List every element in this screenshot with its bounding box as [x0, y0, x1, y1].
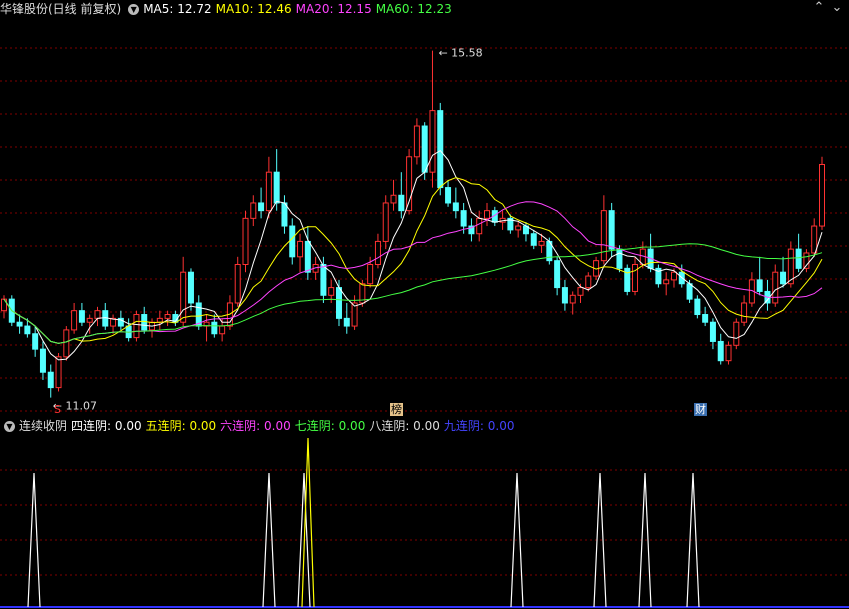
candle — [398, 172, 405, 219]
candle — [554, 256, 561, 296]
candle — [468, 218, 475, 242]
candle — [343, 302, 350, 334]
indicator-6: 六连阴: 0.00 — [220, 419, 291, 433]
candle — [281, 195, 288, 234]
dropdown-icon[interactable]: ▼ — [128, 4, 140, 15]
ma10-label: MA10: 12.46 — [215, 2, 292, 16]
candle — [741, 295, 748, 327]
candle — [94, 306, 101, 327]
candle — [819, 156, 825, 230]
candle — [600, 195, 607, 265]
chart-header: 华锋股份(日线 前复权) ▼ MA5: 12.72 MA10: 12.46 MA20: … — [0, 0, 456, 18]
candle — [1, 295, 7, 319]
candle — [569, 291, 576, 315]
candle — [141, 306, 148, 334]
scroll-up-icon[interactable]: ⌃ — [812, 1, 826, 15]
signal-spike — [686, 472, 700, 608]
candle — [250, 195, 257, 227]
candle — [655, 264, 662, 288]
candle — [156, 310, 163, 330]
candle — [445, 179, 452, 207]
candle — [164, 310, 171, 327]
candle — [406, 149, 413, 215]
candle — [702, 306, 709, 327]
marker-cai[interactable]: 财 — [694, 403, 707, 416]
candle — [133, 310, 140, 342]
candle — [476, 210, 483, 242]
candle — [624, 264, 631, 296]
candle — [772, 264, 779, 307]
scroll-down-icon[interactable]: ⌄ — [830, 1, 844, 15]
signal-spike — [27, 472, 41, 608]
candle — [780, 256, 787, 288]
signal-spike — [301, 437, 315, 608]
candle — [437, 102, 444, 196]
ma20-line — [3, 201, 823, 344]
candle — [110, 314, 117, 334]
candle — [725, 341, 732, 365]
ma20-label: MA20: 12.15 — [295, 2, 372, 16]
candle — [694, 295, 701, 319]
candle — [382, 195, 389, 250]
candle — [289, 218, 296, 265]
indicator-header: ▼ 连续收阴 四连阴: 0.00 五连阴: 0.00 六连阴: 0.00 七连阴: 0.0… — [0, 417, 518, 435]
candle — [413, 118, 420, 165]
candle — [795, 233, 802, 273]
candle — [647, 233, 654, 273]
candle — [390, 179, 397, 211]
high-price-label: ← 15.58 — [438, 47, 482, 60]
ma10-line — [3, 177, 823, 344]
marker-s[interactable]: S — [53, 403, 62, 416]
candle — [16, 314, 23, 334]
candle — [102, 302, 109, 330]
candle — [297, 233, 304, 273]
candle — [663, 272, 670, 296]
candle — [632, 256, 639, 296]
candle — [63, 326, 70, 361]
candle — [195, 295, 202, 330]
candle — [234, 256, 241, 307]
candle — [608, 202, 615, 257]
candle — [452, 187, 459, 219]
candle — [717, 333, 724, 365]
candle — [515, 222, 522, 238]
indicator-5: 五连阴: 0.00 — [145, 419, 217, 433]
indicator-4: 四连阴: 0.00 — [71, 419, 142, 433]
candle — [756, 256, 763, 296]
ma60-label: MA60: 12.23 — [375, 2, 452, 16]
candle — [429, 50, 436, 188]
indicator-chart[interactable] — [0, 435, 849, 609]
candle — [242, 210, 249, 273]
indicator-7: 七连阴: 0.00 — [294, 419, 366, 433]
indicator-8: 八连阴: 0.00 — [369, 419, 440, 433]
candle — [803, 249, 810, 273]
candle — [561, 279, 568, 311]
dropdown-icon[interactable]: ▼ — [4, 421, 15, 432]
candle — [32, 326, 39, 357]
candle — [258, 187, 265, 219]
candle — [187, 268, 194, 311]
candle — [39, 341, 46, 380]
candle — [149, 318, 156, 338]
candlestick-chart[interactable]: ← 15.58← 11.07 — [0, 18, 849, 415]
signal-spike — [262, 472, 276, 608]
indicator-name[interactable]: 连续收阴 — [19, 419, 67, 433]
stock-title[interactable]: 华锋股份(日线 前复权) — [0, 2, 121, 16]
candle — [125, 318, 132, 342]
candle — [733, 318, 740, 350]
marker-bang[interactable]: 榜 — [390, 403, 403, 416]
candle — [748, 272, 755, 307]
candle — [764, 279, 771, 311]
candle — [71, 302, 78, 334]
candle — [484, 202, 491, 227]
candle — [265, 156, 272, 219]
candle — [78, 302, 85, 327]
candle — [47, 364, 54, 398]
candle — [180, 256, 187, 327]
candle — [203, 314, 210, 342]
indicator-9: 九连阴: 0.00 — [443, 419, 515, 433]
candle — [374, 233, 381, 269]
ma5-label: MA5: 12.72 — [143, 2, 212, 16]
